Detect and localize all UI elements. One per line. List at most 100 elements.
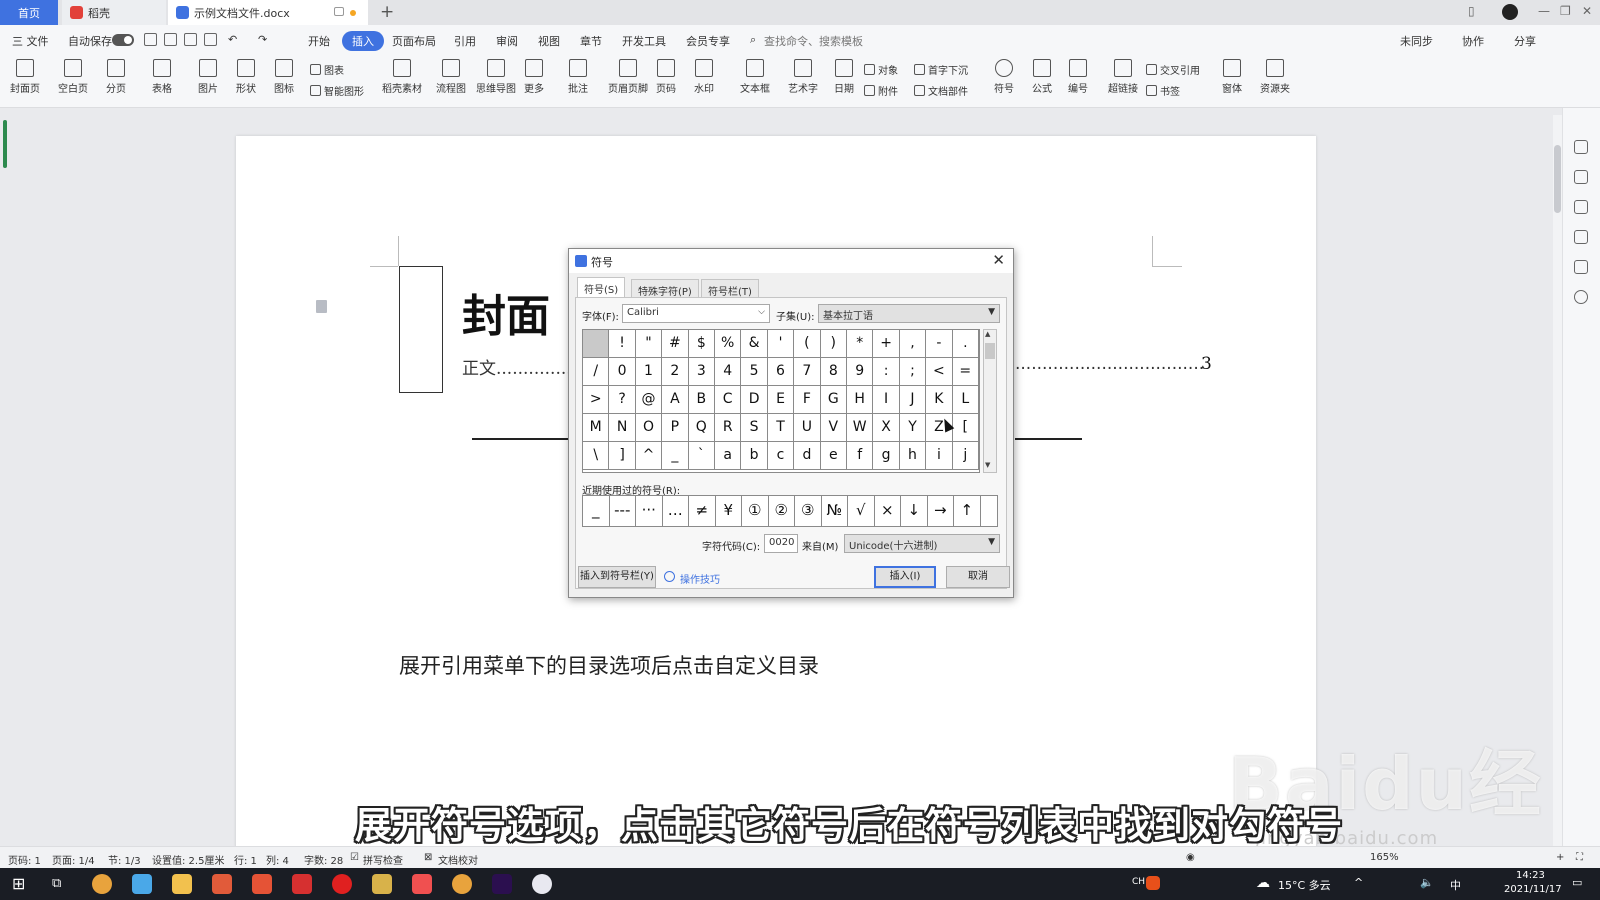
symbol-cell[interactable]: G bbox=[820, 386, 847, 414]
symbol-cell[interactable]: $ bbox=[688, 330, 715, 358]
wps-icon[interactable] bbox=[292, 874, 312, 894]
symbol-cell[interactable]: % bbox=[715, 330, 742, 358]
menu-item-developer[interactable]: 开发工具 bbox=[622, 33, 666, 49]
symbol-cell[interactable]: 8 bbox=[820, 358, 847, 386]
recent-symbol-cell[interactable]: √ bbox=[848, 496, 875, 526]
notification-icon[interactable]: ▭ bbox=[1572, 876, 1582, 889]
tab-special-chars[interactable]: 特殊字符(P) bbox=[631, 279, 699, 298]
spellcheck-button[interactable]: 拼写检查 bbox=[363, 852, 403, 867]
tips-link[interactable]: 操作技巧 bbox=[680, 571, 720, 586]
restore-icon[interactable]: ❐ bbox=[1560, 4, 1571, 18]
symbol-cell[interactable]: O bbox=[635, 414, 663, 442]
symbol-cell[interactable]: 3 bbox=[688, 358, 715, 386]
recent-symbol-cell[interactable]: ② bbox=[769, 496, 795, 526]
subset-select[interactable]: 基本拉丁语 ▼ bbox=[818, 304, 1000, 323]
symbol-cell[interactable]: W bbox=[847, 414, 874, 442]
tab-symbols[interactable]: 符号(S) bbox=[577, 277, 626, 298]
scroll-thumb[interactable] bbox=[1554, 145, 1561, 213]
symbol-cell[interactable]: [ bbox=[952, 414, 979, 442]
cover-page-button[interactable]: 封面页 bbox=[10, 59, 40, 95]
font-select[interactable]: Calibri ⌵ bbox=[622, 304, 770, 323]
preview-icon[interactable] bbox=[204, 33, 217, 46]
symbol-cell[interactable]: e bbox=[820, 442, 847, 470]
proofread-icon[interactable]: ⊠ bbox=[424, 852, 432, 863]
symbol-cell[interactable]: 5 bbox=[741, 358, 768, 386]
ime-indicator[interactable]: 中 bbox=[1450, 877, 1461, 893]
symbol-cell[interactable]: 2 bbox=[662, 358, 689, 386]
symbol-cell[interactable]: ( bbox=[794, 330, 821, 358]
menu-item-chapter[interactable]: 章节 bbox=[580, 33, 602, 49]
close-icon[interactable]: ✕ bbox=[992, 251, 1005, 269]
recent-symbol-cell[interactable]: × bbox=[875, 496, 901, 526]
symbol-cell[interactable]: @ bbox=[635, 386, 663, 414]
symbol-cell[interactable]: b bbox=[741, 442, 768, 470]
symbol-cell[interactable]: ! bbox=[609, 330, 636, 358]
dropcap-button[interactable]: 首字下沉 bbox=[914, 62, 968, 77]
weather-text[interactable]: 15°C 多云 bbox=[1278, 877, 1331, 893]
app-icon[interactable] bbox=[412, 874, 432, 894]
recent-symbol-cell[interactable]: --- bbox=[610, 496, 636, 526]
status-page[interactable]: 页码: 1 bbox=[8, 852, 41, 867]
select-cursor-icon[interactable] bbox=[1574, 200, 1588, 214]
symbol-cell[interactable]: . bbox=[952, 330, 979, 358]
symbol-cell[interactable]: : bbox=[873, 358, 900, 386]
share-button[interactable]: 分享 bbox=[1514, 33, 1536, 49]
symbol-cell[interactable]: Y bbox=[899, 414, 927, 442]
symbol-cell[interactable]: > bbox=[583, 386, 610, 414]
symbol-cell[interactable]: 1 bbox=[635, 358, 663, 386]
symbol-cell[interactable]: T bbox=[767, 414, 795, 442]
tab-daoke[interactable]: 稻壳 bbox=[62, 0, 166, 25]
collaborate-button[interactable]: 协作 bbox=[1462, 33, 1484, 49]
command-search-input[interactable]: 查找命令、搜索模板 bbox=[764, 33, 863, 49]
recent-symbol-cell[interactable]: ≠ bbox=[689, 496, 716, 526]
chrome-icon[interactable] bbox=[452, 874, 472, 894]
symbol-cell[interactable]: + bbox=[873, 330, 900, 358]
symbol-cell[interactable]: 7 bbox=[794, 358, 821, 386]
textbox-button[interactable]: 文本框 bbox=[740, 59, 770, 95]
premiere-icon[interactable] bbox=[492, 874, 512, 894]
mindmap-button[interactable]: 思维导图 bbox=[476, 59, 516, 95]
symbol-cell[interactable]: = bbox=[952, 358, 979, 386]
doc-parts-button[interactable]: 文档部件 bbox=[914, 83, 968, 98]
numbering-button[interactable]: 编号 bbox=[1068, 59, 1088, 95]
symbol-cell[interactable] bbox=[583, 330, 610, 358]
tab-symbol-bar[interactable]: 符号栏(T) bbox=[701, 279, 759, 298]
symbol-cell[interactable]: P bbox=[662, 414, 689, 442]
symbol-cell[interactable]: X bbox=[873, 414, 900, 442]
recent-symbol-cell[interactable]: → bbox=[928, 496, 954, 526]
zoom-in-icon[interactable]: + bbox=[1556, 852, 1564, 863]
symbol-cell[interactable]: U bbox=[794, 414, 821, 442]
recent-symbol-cell[interactable]: ↑ bbox=[954, 496, 981, 526]
recent-symbols[interactable]: _ --- ···… ≠ ¥ ① ② ③ № √ × ↓ → ↑ bbox=[582, 495, 998, 527]
formula-button[interactable]: 公式 bbox=[1032, 59, 1052, 95]
blank-page-button[interactable]: 空白页 bbox=[58, 59, 88, 95]
symbol-cell[interactable]: ` bbox=[688, 442, 715, 470]
picture-button[interactable]: 图片 bbox=[198, 59, 218, 95]
symbol-cell[interactable]: V bbox=[820, 414, 847, 442]
eye-icon[interactable]: ◉ bbox=[1186, 852, 1195, 863]
symbol-cell[interactable]: N bbox=[609, 414, 636, 442]
symbol-cell[interactable]: ; bbox=[899, 358, 927, 386]
recent-symbol-cell[interactable]: ··· bbox=[636, 496, 663, 526]
redo-icon[interactable]: ↷ bbox=[258, 33, 267, 46]
recent-symbol-cell[interactable]: ↓ bbox=[901, 496, 928, 526]
menu-item-start[interactable]: 开始 bbox=[308, 33, 330, 49]
date-button[interactable]: 日期 bbox=[834, 59, 854, 95]
paragraph-handle-icon[interactable] bbox=[316, 300, 327, 313]
menu-item-layout[interactable]: 页面布局 bbox=[392, 33, 436, 49]
sogou-ime-icon[interactable] bbox=[1146, 876, 1160, 890]
avatar[interactable] bbox=[1502, 4, 1518, 20]
app-icon[interactable] bbox=[372, 874, 392, 894]
volume-icon[interactable]: 🔈 bbox=[1420, 876, 1434, 889]
tab-home[interactable]: 首页 bbox=[0, 0, 58, 25]
dialog-titlebar[interactable]: 符号 ✕ bbox=[569, 249, 1013, 273]
symbol-cell[interactable]: L bbox=[952, 386, 979, 414]
symbol-cell[interactable]: < bbox=[926, 358, 953, 386]
recent-symbol-cell[interactable]: ③ bbox=[795, 496, 822, 526]
symbol-cell[interactable]: ? bbox=[609, 386, 636, 414]
symbol-cell[interactable]: K bbox=[926, 386, 953, 414]
export-icon[interactable] bbox=[164, 33, 177, 46]
watermark-button[interactable]: 水印 bbox=[694, 59, 714, 95]
cancel-button[interactable]: 取消 bbox=[946, 566, 1010, 588]
attachment-button[interactable]: 附件 bbox=[864, 83, 898, 98]
